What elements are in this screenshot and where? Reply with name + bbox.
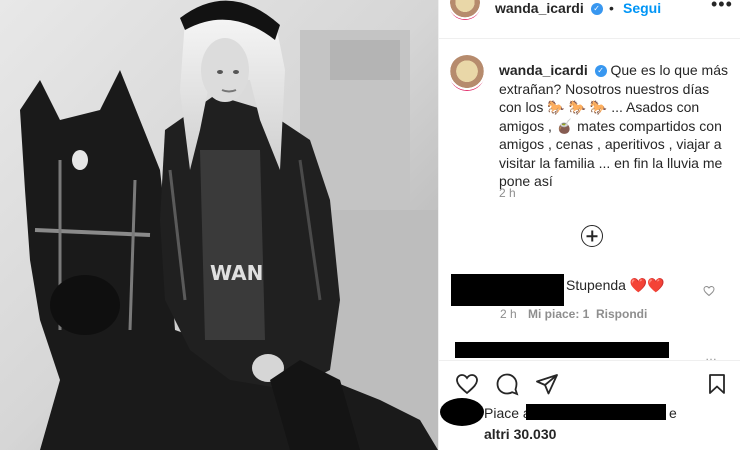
caption-line-4: amigos , cenas , aperitivos , viajar a — [499, 136, 722, 152]
verified-badge-icon: ✓ — [594, 65, 607, 78]
reply-button[interactable]: Rispondi — [596, 307, 647, 321]
post-photo[interactable]: WAN — [0, 0, 438, 450]
post-header: wanda_icardi ✓ • Segui ••• — [439, 0, 740, 22]
second-comment-more-icon[interactable]: … — [705, 349, 717, 363]
caption-line-5: visitar la familia ... en fin la lluvia … — [499, 154, 723, 171]
header-username-text[interactable]: wanda_icardi — [495, 0, 584, 16]
follow-button[interactable]: Segui — [623, 0, 661, 16]
caption-avatar-icon[interactable] — [449, 55, 485, 91]
comment-body: Stupenda — [566, 277, 626, 293]
likes-others[interactable]: altri 30.030 — [484, 426, 556, 442]
likes-suffix: e — [669, 405, 677, 421]
paper-plane-icon[interactable] — [535, 372, 559, 396]
comment-avatar-redacted — [451, 274, 564, 306]
caption-line-0: Que es lo que más — [610, 62, 728, 78]
caption-line-1: extrañan? Nosotros nuestros días — [499, 80, 710, 97]
likes-prefix: Piace a — [484, 405, 531, 421]
comment-icon[interactable] — [495, 372, 519, 396]
caption-time[interactable]: 2 h — [499, 186, 516, 200]
liker-avatar-redacted — [440, 398, 484, 426]
comment-text: Stupenda ❤️❤️ — [566, 277, 665, 294]
header-divider — [439, 38, 740, 39]
comment-like-icon[interactable] — [703, 285, 715, 297]
header-avatar-icon[interactable] — [449, 0, 481, 20]
caption-username[interactable]: wanda_icardi — [499, 62, 588, 78]
post-panel: wanda_icardi ✓ • Segui ••• wanda_icardi … — [438, 0, 740, 450]
second-comment-redacted — [455, 342, 669, 358]
caption-line-3: amigos , 🧉 mates compartidos con — [499, 117, 722, 134]
header-separator: • — [609, 0, 614, 16]
load-more-comments-icon[interactable] — [581, 225, 603, 247]
comment-time[interactable]: 2 h — [500, 307, 517, 321]
caption-text: wanda_icardi ✓ Que es lo que más extraña… — [499, 61, 731, 191]
header-username[interactable]: wanda_icardi ✓ — [495, 0, 603, 16]
actions-divider — [439, 360, 740, 361]
comment-likes[interactable]: Mi piace: 1 — [528, 307, 589, 321]
svg-text:WAN: WAN — [210, 261, 263, 285]
more-options-icon[interactable]: ••• — [711, 0, 733, 15]
horse-rider-image: WAN — [0, 0, 438, 450]
bookmark-icon[interactable] — [705, 372, 729, 396]
comment-emoji: ❤️❤️ — [629, 277, 665, 293]
liker-name-redacted — [526, 404, 666, 420]
likes-line: Piace a — [484, 405, 531, 421]
verified-badge-icon: ✓ — [590, 3, 603, 16]
heart-icon[interactable] — [455, 372, 479, 396]
action-bar — [439, 372, 740, 398]
caption-line-2: con los 🐎 🐎 🐎 ... Asados con — [499, 99, 700, 115]
